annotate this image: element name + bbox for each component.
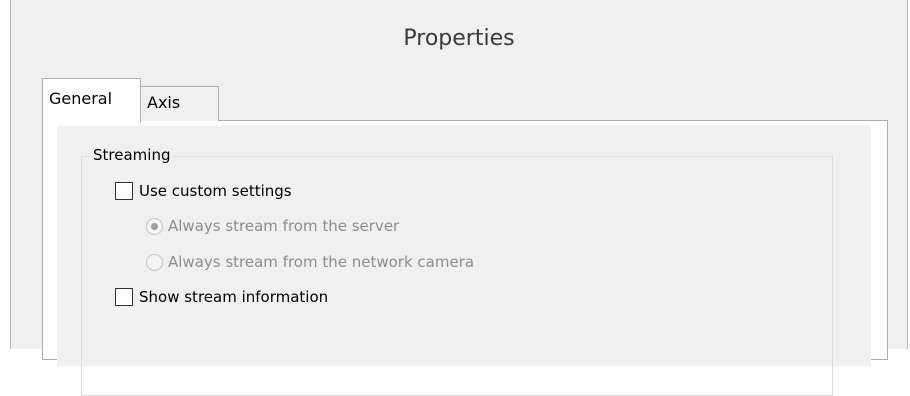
stream-from-server-radio[interactable]	[146, 217, 163, 235]
stream-from-server-row[interactable]: Always stream from the server	[146, 217, 399, 235]
show-stream-info-label[interactable]: Show stream information	[139, 288, 328, 306]
use-custom-settings-checkbox[interactable]	[115, 182, 133, 200]
window-title: Properties	[403, 26, 515, 51]
stream-from-camera-label[interactable]: Always stream from the network camera	[168, 253, 474, 271]
properties-window: Properties General Axis Streaming Use cu…	[10, 0, 908, 396]
streaming-group-label: Streaming	[90, 146, 174, 164]
settings-panel: Streaming Use custom settings Always str…	[57, 126, 871, 396]
use-custom-settings-row[interactable]: Use custom settings	[115, 182, 292, 200]
tab-general-label: General	[49, 89, 113, 108]
streaming-groupbox: Streaming Use custom settings Always str…	[81, 146, 833, 396]
stream-from-camera-radio[interactable]	[146, 253, 163, 271]
use-custom-settings-label[interactable]: Use custom settings	[139, 182, 292, 200]
tab-general[interactable]: General	[42, 78, 141, 122]
tab-axis[interactable]: Axis	[141, 86, 219, 121]
stream-from-server-label[interactable]: Always stream from the server	[168, 217, 399, 235]
show-stream-info-row[interactable]: Show stream information	[115, 288, 328, 306]
general-tab-pane: Streaming Use custom settings Always str…	[42, 120, 888, 396]
tab-axis-label: Axis	[147, 93, 181, 112]
show-stream-info-checkbox[interactable]	[115, 288, 133, 306]
stream-from-camera-row[interactable]: Always stream from the network camera	[146, 253, 474, 271]
